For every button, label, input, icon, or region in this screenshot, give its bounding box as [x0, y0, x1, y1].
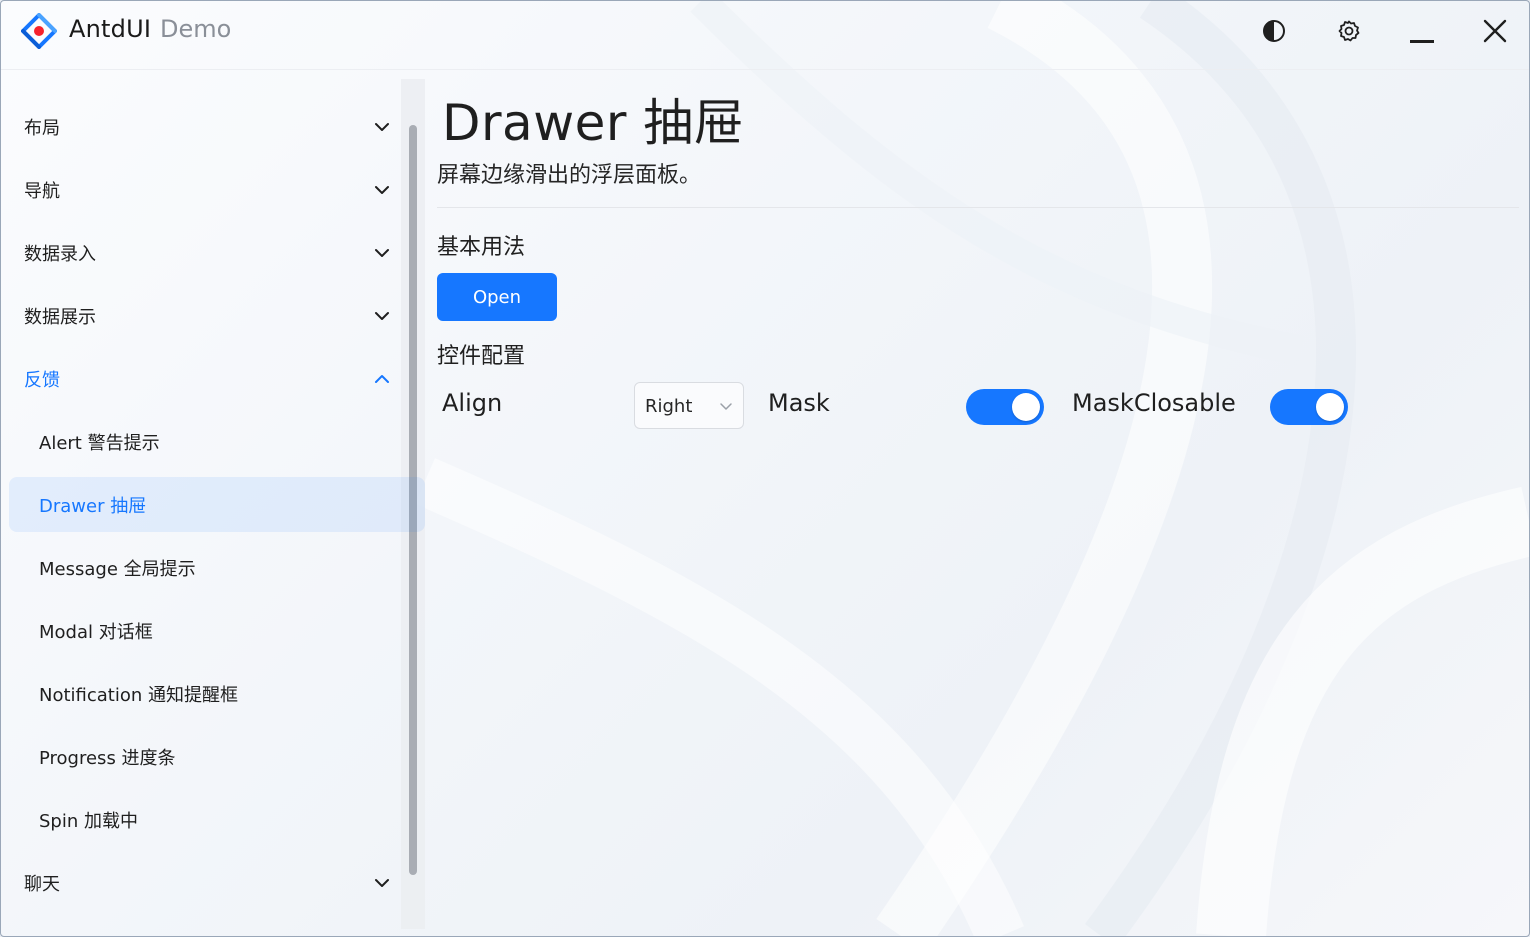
sidebar-item-label: 聊天	[24, 873, 60, 895]
app-subtitle: Demo	[160, 15, 232, 43]
sidebar-menu: 布局 导航 数据录入 数据展示 反馈 Alert 警告提示 Drawer 抽屉 …	[1, 79, 425, 929]
section-title-config: 控件配置	[437, 344, 526, 369]
page-title: Drawer 抽屉	[442, 94, 745, 152]
sidebar-item-alert[interactable]: Alert 警告提示	[9, 414, 425, 469]
sidebar-item-label: Alert 警告提示	[39, 432, 160, 454]
chevron-up-icon	[375, 375, 389, 383]
sidebar-item-label: Spin 加载中	[39, 810, 138, 832]
sidebar-item-label: Progress 进度条	[39, 747, 176, 769]
sidebar-item-label: 布局	[24, 117, 60, 139]
sidebar-item-label: Message 全局提示	[39, 558, 196, 580]
chevron-down-icon	[375, 249, 389, 257]
divider	[437, 207, 1519, 208]
sidebar-item-message[interactable]: Message 全局提示	[9, 540, 425, 595]
app-title: AntdUI	[69, 15, 152, 43]
sidebar-item-label: 导航	[24, 180, 60, 202]
mask-label: Mask	[768, 389, 830, 417]
close-button[interactable]	[1473, 11, 1517, 51]
minimize-button[interactable]	[1400, 11, 1444, 51]
chevron-down-icon	[375, 879, 389, 887]
gear-icon	[1338, 20, 1360, 42]
switch-knob	[1012, 393, 1040, 421]
sidebar-item-drawer[interactable]: Drawer 抽屉	[9, 477, 425, 532]
theme-toggle-button[interactable]	[1252, 11, 1296, 51]
app-window: AntdUI Demo 布局 导航 数据录入 数据展示 反馈 Alert 警告提…	[0, 0, 1530, 937]
page-description: 屏幕边缘滑出的浮层面板。	[437, 163, 702, 188]
sidebar-item-data-entry[interactable]: 数据录入	[9, 225, 425, 280]
sidebar-item-label: 反馈	[24, 369, 60, 391]
sidebar-item-label: Drawer 抽屉	[39, 495, 147, 517]
sidebar-item-spin[interactable]: Spin 加载中	[9, 792, 425, 847]
sidebar-item-feedback[interactable]: 反馈	[9, 351, 425, 406]
sidebar-item-progress[interactable]: Progress 进度条	[9, 729, 425, 784]
settings-button[interactable]	[1327, 11, 1371, 51]
sidebar-item-label: 数据录入	[24, 243, 96, 265]
section-title-basic: 基本用法	[437, 235, 526, 260]
sidebar-item-chat[interactable]: 聊天	[9, 855, 425, 910]
align-select-value: Right	[645, 396, 693, 417]
chevron-down-icon	[720, 403, 732, 410]
sidebar-item-notification[interactable]: Notification 通知提醒框	[9, 666, 425, 721]
close-icon	[1483, 19, 1507, 43]
chevron-down-icon	[375, 123, 389, 131]
switch-knob	[1316, 393, 1344, 421]
mask-closable-switch[interactable]	[1270, 389, 1348, 425]
antd-logo-icon	[21, 13, 57, 49]
minimize-icon	[1410, 40, 1434, 43]
contrast-icon	[1263, 20, 1285, 42]
chevron-down-icon	[375, 186, 389, 194]
title-bar: AntdUI Demo	[1, 1, 1529, 70]
mask-switch[interactable]	[966, 389, 1044, 425]
sidebar-item-label: Notification 通知提醒框	[39, 684, 239, 706]
sidebar-item-label: Modal 对话框	[39, 621, 153, 643]
sidebar-item-layout[interactable]: 布局	[9, 99, 425, 154]
sidebar-item-label: 数据展示	[24, 306, 96, 328]
sidebar-item-modal[interactable]: Modal 对话框	[9, 603, 425, 658]
open-drawer-button[interactable]: Open	[437, 273, 557, 321]
align-select[interactable]: Right	[634, 382, 744, 429]
chevron-down-icon	[375, 312, 389, 320]
mask-closable-label: MaskClosable	[1072, 389, 1236, 417]
sidebar-item-data-display[interactable]: 数据展示	[9, 288, 425, 343]
align-label: Align	[442, 389, 503, 417]
sidebar-item-navigation[interactable]: 导航	[9, 162, 425, 217]
